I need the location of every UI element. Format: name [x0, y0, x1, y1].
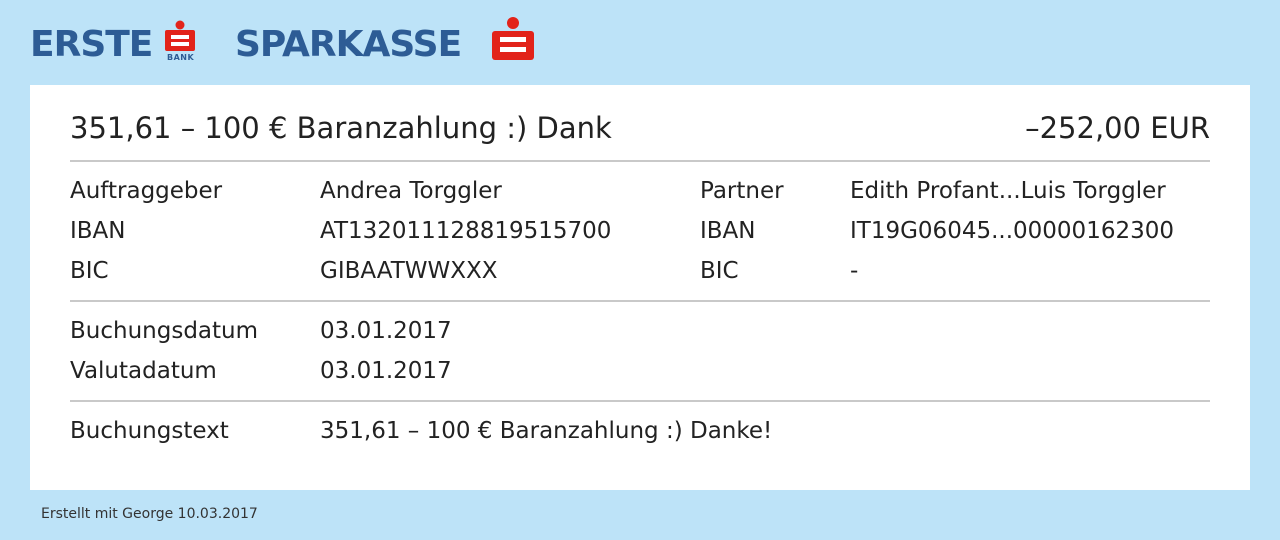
- auftraggeber-label: Auftraggeber: [70, 178, 223, 204]
- valutadatum-label: Valutadatum: [70, 358, 217, 384]
- buchungsdatum-value: 03.01.2017: [320, 318, 452, 344]
- logo-bar: ERSTE BANK SPARKASSE: [0, 0, 1280, 85]
- partner-iban-value: IT19G06045...00000162300: [850, 218, 1174, 244]
- iban-value: AT132011128819515700: [320, 218, 612, 244]
- partner-value: Edith Profant...Luis Torggler: [850, 178, 1166, 204]
- partner-label: Partner: [700, 178, 784, 204]
- transaction-card: 351,61 – 100 € Baranzahlung :) Dank –252…: [30, 85, 1250, 490]
- partner-iban-label: IBAN: [700, 218, 756, 244]
- buchungstext-value: 351,61 – 100 € Baranzahlung :) Danke!: [320, 418, 773, 444]
- transaction-title: 351,61 – 100 € Baranzahlung :) Dank: [70, 111, 612, 145]
- divider: [70, 400, 1210, 402]
- valutadatum-value: 03.01.2017: [320, 358, 452, 384]
- divider: [70, 160, 1210, 162]
- bic-label: BIC: [70, 258, 109, 284]
- partner-bic-value: -: [850, 258, 859, 284]
- auftraggeber-value: Andrea Torggler: [320, 178, 502, 204]
- partner-bic-label: BIC: [700, 258, 739, 284]
- buchungsdatum-label: Buchungsdatum: [70, 318, 259, 344]
- transaction-amount: –252,00 EUR: [1025, 111, 1210, 145]
- s-mark-icon: [492, 17, 534, 60]
- buchungstext-label: Buchungstext: [70, 418, 229, 444]
- sparkasse-logo-text: SPARKASSE: [235, 24, 462, 65]
- bank-label: BANK: [167, 53, 195, 62]
- footer-created: Erstellt mit George 10.03.2017: [41, 506, 258, 522]
- erste-logo-text: ERSTE: [30, 24, 153, 65]
- iban-label: IBAN: [70, 218, 126, 244]
- s-mark-icon: [165, 20, 195, 51]
- divider: [70, 300, 1210, 302]
- bic-value: GIBAATWWXXX: [320, 258, 498, 284]
